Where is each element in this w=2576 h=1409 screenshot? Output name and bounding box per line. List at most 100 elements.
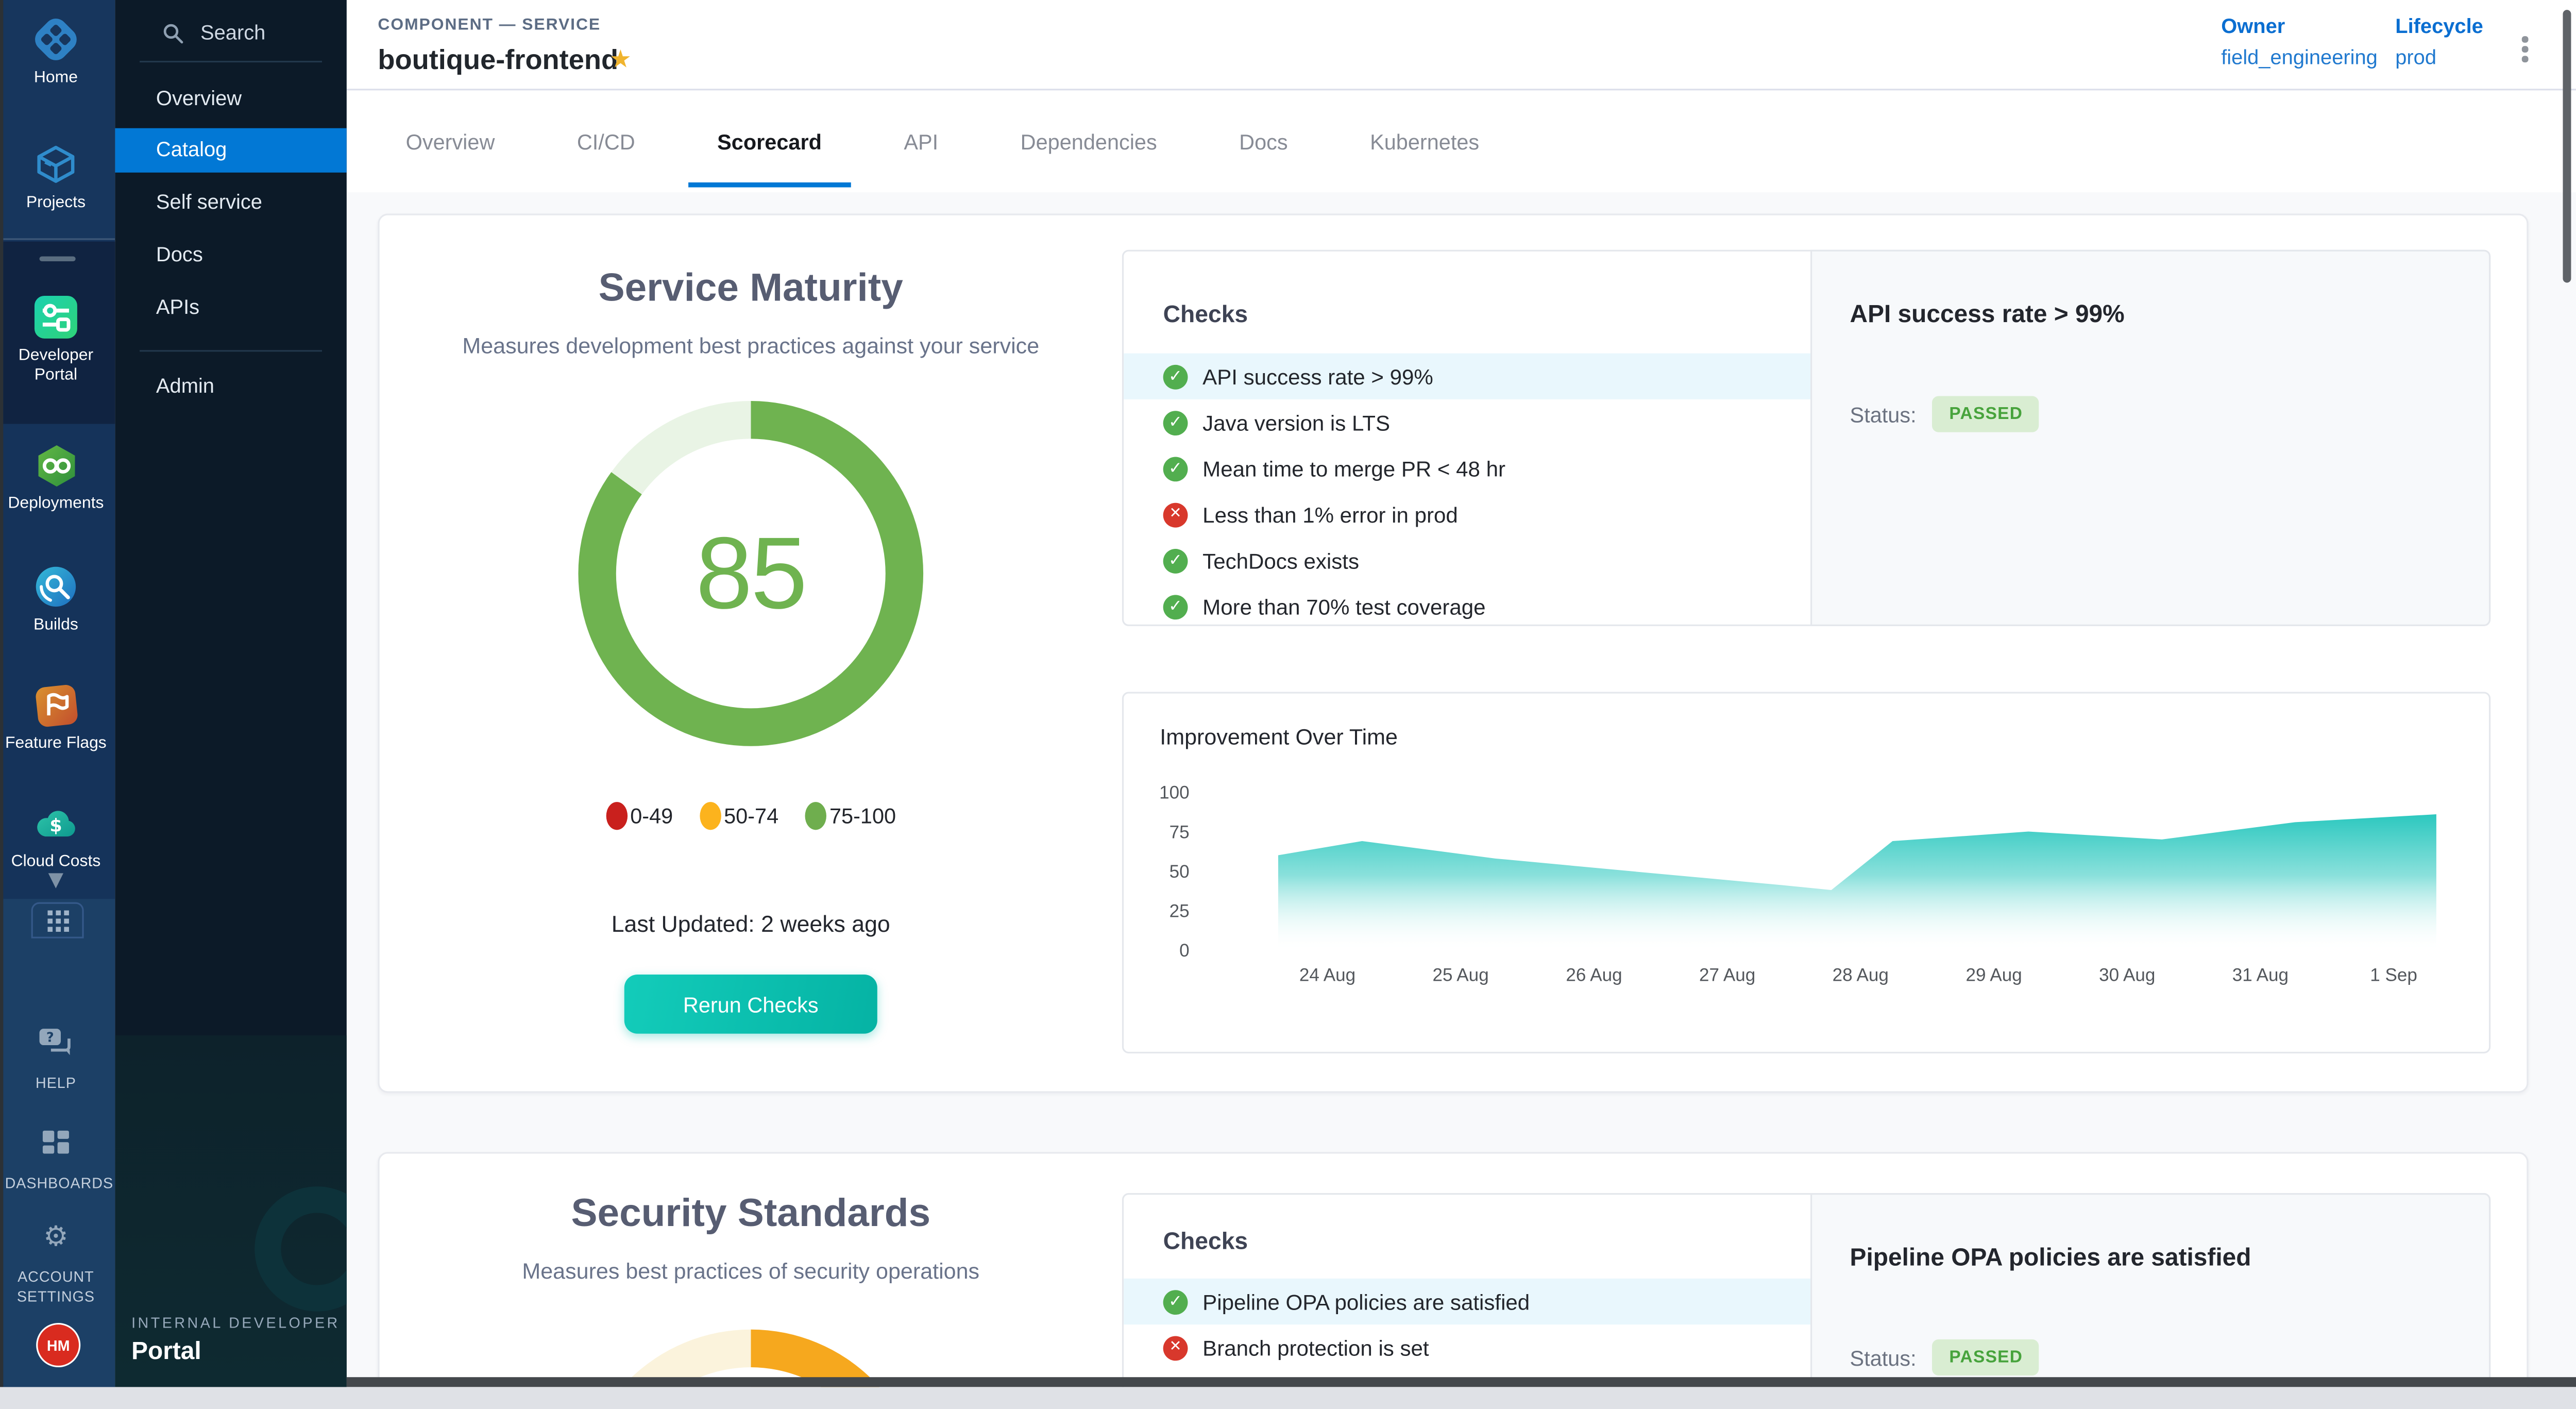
lifecycle-meta: Lifecycle prod bbox=[2395, 15, 2483, 69]
tab-docs[interactable]: Docs bbox=[1210, 90, 1317, 192]
divider bbox=[140, 350, 322, 351]
improvement-chart-card: Improvement Over Time 1007550250 24 Aug2… bbox=[1122, 692, 2490, 1053]
rail-item-home[interactable]: Home bbox=[0, 15, 112, 89]
tab-bar: Overview CI/CD Scorecard API Dependencie… bbox=[347, 90, 2576, 192]
sidebar-item-admin[interactable]: Admin bbox=[115, 365, 347, 409]
brand-title: Portal bbox=[131, 1338, 340, 1366]
search-input[interactable]: Search bbox=[115, 13, 347, 53]
tab-scorecard[interactable]: Scorecard bbox=[688, 90, 852, 192]
rail-item-cloud-costs[interactable]: $ Cloud Costs bbox=[0, 799, 112, 873]
rail-item-dashboards[interactable]: DASHBOARDS bbox=[0, 1119, 112, 1193]
harness-logo-icon bbox=[0, 15, 112, 64]
check-failed-icon bbox=[1163, 1335, 1188, 1360]
flag-icon bbox=[0, 680, 112, 730]
check-name: API success rate > 99% bbox=[1202, 364, 1433, 389]
legend-item-red: 0-49 bbox=[605, 802, 673, 830]
status-badge: PASSED bbox=[1933, 1339, 2039, 1376]
sidebar-item-catalog[interactable]: Catalog bbox=[115, 128, 347, 173]
tab-cicd[interactable]: CI/CD bbox=[547, 90, 665, 192]
rail-item-label: Feature Flags bbox=[0, 734, 112, 754]
rail-item-projects[interactable]: Projects bbox=[0, 140, 112, 213]
main-content: COMPONENT — SERVICE boutique-frontend ★ … bbox=[347, 0, 2576, 1387]
sidebar-item-docs[interactable]: Docs bbox=[115, 233, 347, 278]
page-title: boutique-frontend bbox=[378, 44, 618, 77]
rail-divider-handle bbox=[40, 256, 76, 261]
status-label: Status: bbox=[1850, 1345, 1917, 1370]
rail-item-help[interactable]: ? HELP bbox=[0, 1019, 112, 1093]
x-axis: 24 Aug25 Aug26 Aug27 Aug28 Aug29 Aug30 A… bbox=[1278, 966, 2436, 989]
search-placeholder: Search bbox=[200, 21, 265, 44]
status-badge: PASSED bbox=[1933, 396, 2039, 432]
rail-item-account-settings[interactable]: ⚙ ACCOUNT SETTINGS bbox=[0, 1213, 112, 1306]
scorecard-title: Security Standards bbox=[380, 1190, 1122, 1239]
tab-api[interactable]: API bbox=[874, 90, 968, 192]
check-passed-icon bbox=[1163, 364, 1188, 389]
x-axis-label: 1 Sep bbox=[2320, 966, 2468, 986]
scorecard-subtitle: Measures best practices of security oper… bbox=[380, 1257, 1122, 1285]
rail-item-label: Developer Portal bbox=[0, 347, 112, 387]
check-detail-panel: API success rate > 99% Status: PASSED bbox=[1810, 250, 2490, 626]
cloud-dollar-icon: $ bbox=[0, 799, 112, 848]
owner-meta[interactable]: Owner field_engineering bbox=[2221, 15, 2378, 69]
module-grid-button[interactable] bbox=[31, 902, 84, 938]
check-name: Pipeline OPA policies are satisfied bbox=[1202, 1289, 1530, 1314]
sidebar-item-apis[interactable]: APIs bbox=[115, 285, 347, 329]
rerun-checks-button[interactable]: Rerun Checks bbox=[624, 975, 877, 1034]
owner-value[interactable]: field_engineering bbox=[2221, 46, 2378, 69]
vertical-scrollbar-thumb[interactable] bbox=[2563, 10, 2571, 282]
y-axis: 1007550250 bbox=[1124, 794, 1190, 975]
rail-item-label: DASHBOARDS bbox=[0, 1173, 112, 1193]
search-icon bbox=[163, 22, 184, 43]
cube-icon bbox=[0, 140, 112, 189]
checks-column-header: Checks bbox=[1163, 303, 1248, 329]
check-passed-icon bbox=[1163, 548, 1188, 573]
area-chart bbox=[1278, 794, 2436, 951]
check-name: Java version is LTS bbox=[1202, 410, 1390, 435]
rail-item-label: Builds bbox=[0, 616, 112, 636]
sidebar-item-overview[interactable]: Overview bbox=[115, 77, 347, 122]
lifecycle-value: prod bbox=[2395, 46, 2483, 69]
x-axis-label: 30 Aug bbox=[2053, 966, 2201, 986]
y-axis-label: 50 bbox=[1124, 863, 1190, 882]
scorecard-subtitle: Measures development best practices agai… bbox=[380, 332, 1122, 360]
score-value: 85 bbox=[696, 515, 806, 632]
user-avatar[interactable]: HM bbox=[36, 1323, 80, 1367]
tab-overview[interactable]: Overview bbox=[376, 90, 524, 192]
svg-text:?: ? bbox=[46, 1030, 54, 1046]
chevron-down-icon[interactable]: ▼ bbox=[0, 868, 112, 891]
sidebar-item-self-service[interactable]: Self service bbox=[115, 181, 347, 225]
gear-icon: ⚙ bbox=[0, 1213, 112, 1262]
kebab-menu-icon[interactable] bbox=[2515, 29, 2534, 68]
x-axis-label: 31 Aug bbox=[2187, 966, 2334, 986]
y-axis-label: 75 bbox=[1124, 824, 1190, 843]
check-name: Branch protection is set bbox=[1202, 1335, 1429, 1360]
last-updated-text: Last Updated: 2 weeks ago bbox=[380, 911, 1122, 937]
score-donut-chart: 85 bbox=[578, 401, 923, 746]
tab-dependencies[interactable]: Dependencies bbox=[991, 90, 1187, 192]
y-axis-label: 100 bbox=[1124, 784, 1190, 803]
rail-item-builds[interactable]: Builds bbox=[0, 562, 112, 636]
divider bbox=[140, 61, 322, 62]
favorite-star-icon[interactable]: ★ bbox=[609, 44, 632, 74]
y-axis-label: 0 bbox=[1124, 942, 1190, 961]
portal-brand: INTERNAL DEVELOPER Portal bbox=[131, 1315, 340, 1366]
rail-item-developer-portal[interactable]: Developer Portal bbox=[0, 293, 112, 387]
legend-dot-amber bbox=[699, 802, 720, 830]
scorecard-service-maturity: Service Maturity Measures development be… bbox=[378, 214, 2528, 1093]
entity-kind: COMPONENT — SERVICE bbox=[378, 16, 601, 35]
rail-item-deployments[interactable]: Deployments bbox=[0, 441, 112, 514]
rail-item-feature-flags[interactable]: Feature Flags bbox=[0, 680, 112, 754]
rail-item-label: HELP bbox=[0, 1073, 112, 1093]
detail-title: Pipeline OPA policies are satisfied bbox=[1850, 1244, 2251, 1272]
x-axis-label: 24 Aug bbox=[1253, 966, 1401, 986]
svg-text:$: $ bbox=[49, 815, 62, 836]
check-name: More than 70% test coverage bbox=[1202, 594, 1485, 619]
check-name: TechDocs exists bbox=[1202, 548, 1359, 573]
horizontal-scrollbar[interactable] bbox=[347, 1377, 2576, 1387]
check-passed-icon bbox=[1163, 594, 1188, 619]
rail-item-label: Projects bbox=[0, 194, 112, 213]
check-name: Less than 1% error in prod bbox=[1202, 502, 1458, 527]
module-rail: Home Projects Developer Portal Deploymen… bbox=[0, 0, 115, 1387]
tab-kubernetes[interactable]: Kubernetes bbox=[1341, 90, 1509, 192]
scorecard-security-standards: Security Standards Measures best practic… bbox=[378, 1152, 2528, 1387]
